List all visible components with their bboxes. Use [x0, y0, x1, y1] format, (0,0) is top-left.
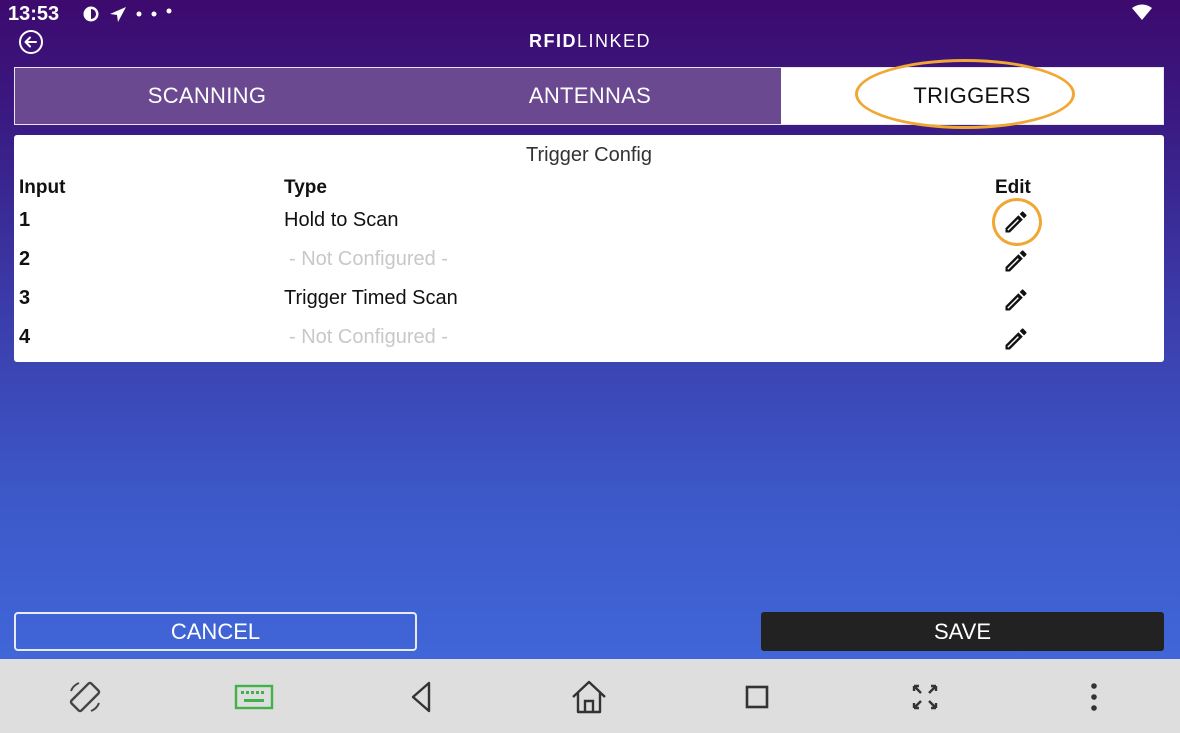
- keyboard-icon[interactable]: [234, 677, 274, 717]
- wifi-icon: [1132, 4, 1152, 20]
- tab-antennas-label: ANTENNAS: [528, 83, 652, 108]
- tab-bar: SCANNING ANTENNAS TRIGGERS: [14, 59, 1164, 129]
- table-row: 3 Trigger Timed Scan: [14, 279, 1164, 318]
- column-header-edit: Edit: [995, 177, 1031, 198]
- cancel-button[interactable]: CANCEL: [14, 612, 417, 651]
- row-input: 3: [19, 287, 31, 309]
- app-title-light: LINKED: [576, 31, 652, 51]
- row-type: - Not Configured -: [289, 326, 448, 348]
- dot-icon: [136, 11, 142, 17]
- app-screen: 13:53 RFIDLINKED SCANNING ANTENNAS TRIGG: [0, 0, 1180, 659]
- table-row: 2 - Not Configured -: [14, 240, 1164, 279]
- row-input: 1: [19, 209, 31, 231]
- row-input: 2: [19, 248, 31, 270]
- system-nav-bar: [0, 659, 1180, 733]
- pencil-icon[interactable]: [1002, 325, 1030, 353]
- table-row: 1 Hold to Scan: [14, 201, 1164, 240]
- save-button[interactable]: SAVE: [761, 612, 1164, 651]
- tab-triggers-label: TRIGGERS: [913, 83, 1031, 108]
- column-header-input: Input: [19, 177, 66, 198]
- location-arrow-icon: [110, 7, 126, 22]
- recents-icon[interactable]: [737, 677, 777, 717]
- row-type: - Not Configured -: [289, 248, 448, 270]
- tab-scanning[interactable]: SCANNING: [15, 68, 399, 124]
- pencil-icon[interactable]: [1002, 247, 1030, 275]
- tab-triggers[interactable]: TRIGGERS: [781, 59, 1163, 129]
- pencil-icon[interactable]: [1002, 208, 1030, 236]
- fullscreen-icon[interactable]: [905, 677, 945, 717]
- status-icons: [82, 2, 172, 26]
- tab-antennas[interactable]: ANTENNAS: [399, 68, 781, 124]
- row-input: 4: [19, 326, 31, 348]
- row-type: Trigger Timed Scan: [284, 287, 458, 309]
- column-header-type: Type: [284, 177, 327, 198]
- rotate-icon[interactable]: [65, 677, 105, 717]
- data-saver-icon: [83, 6, 99, 22]
- back-triangle-icon[interactable]: [401, 677, 441, 717]
- app-title-bold: RFID: [528, 31, 577, 51]
- pencil-icon[interactable]: [1002, 286, 1030, 314]
- dot-icon: [166, 8, 172, 14]
- status-time: 13:53: [8, 3, 60, 25]
- row-type: Hold to Scan: [284, 209, 399, 231]
- table-row: 4 - Not Configured -: [14, 318, 1164, 357]
- dot-icon: [151, 11, 157, 17]
- trigger-config-card: Trigger Config Input Type Edit 1 Hold to…: [14, 135, 1164, 362]
- app-logo: RFIDLINKED: [0, 30, 1180, 52]
- more-vert-icon[interactable]: [1074, 677, 1114, 717]
- card-title: Trigger Config: [526, 144, 652, 166]
- tab-scanning-label: SCANNING: [147, 83, 267, 108]
- home-icon[interactable]: [569, 677, 609, 717]
